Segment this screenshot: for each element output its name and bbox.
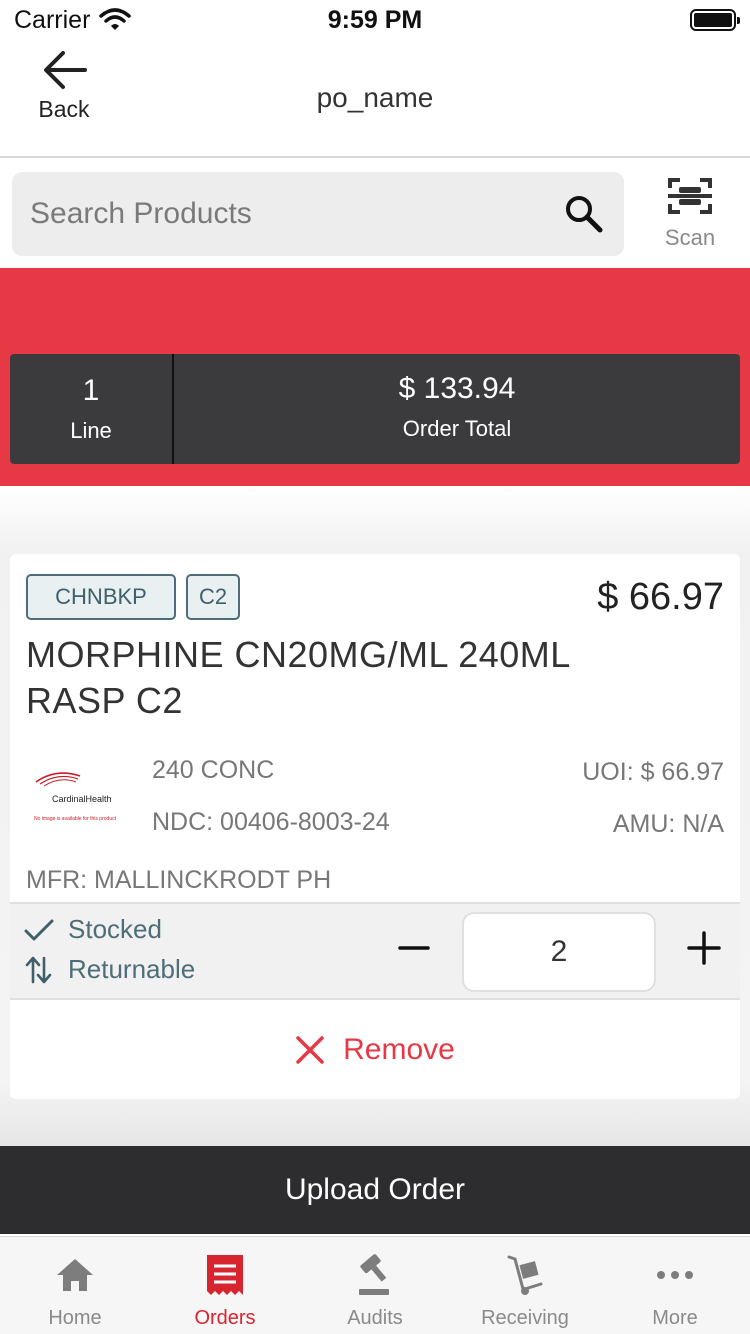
product-card: CHNBKP C2 $ 66.97 MORPHINE CN20MG/ML 240… bbox=[10, 554, 740, 1099]
product-amu: AMU: N/A bbox=[612, 810, 724, 838]
tab-more[interactable]: More bbox=[600, 1237, 750, 1334]
page-title: po_name bbox=[316, 82, 434, 113]
tab-audits[interactable]: Audits bbox=[300, 1237, 450, 1334]
increase-quantity-button[interactable] bbox=[684, 928, 724, 968]
returnable-flag: Returnable bbox=[24, 954, 195, 985]
close-icon bbox=[296, 1036, 324, 1064]
more-icon bbox=[657, 1271, 693, 1279]
thumbnail-note: No image is available for this product bbox=[34, 816, 116, 822]
check-icon bbox=[24, 919, 54, 940]
tab-label: More bbox=[652, 1307, 698, 1329]
product-uoi: UOI: $ 66.97 bbox=[582, 758, 724, 786]
tab-label: Home bbox=[48, 1307, 102, 1329]
cardinal-logo-icon bbox=[35, 772, 81, 787]
tab-label: Receiving bbox=[481, 1307, 569, 1329]
remove-label: Remove bbox=[343, 1033, 455, 1066]
returnable-label: Returnable bbox=[68, 954, 196, 984]
product-price: $ 66.97 bbox=[597, 576, 724, 618]
tab-bar: Home Orders Audits Receiving More bbox=[0, 1236, 750, 1334]
order-summary: 1 Line $ 133.94 Order Total bbox=[10, 354, 740, 464]
search-icon[interactable] bbox=[564, 194, 604, 234]
remove-button[interactable]: Remove bbox=[10, 1002, 740, 1098]
orders-icon bbox=[207, 1255, 243, 1295]
tab-home[interactable]: Home bbox=[0, 1237, 150, 1334]
audits-icon bbox=[359, 1254, 389, 1295]
thumbnail-brand: CardinalHealth bbox=[52, 794, 112, 804]
quantity-input[interactable] bbox=[462, 912, 656, 992]
tab-orders[interactable]: Orders bbox=[150, 1237, 300, 1334]
product-ndc: NDC: 00406-8003-24 bbox=[152, 808, 390, 836]
upload-order-button[interactable]: Upload Order bbox=[0, 1146, 750, 1234]
line-count: 1 bbox=[82, 374, 100, 407]
navigation-bar: Back po_name bbox=[0, 40, 750, 158]
tab-receiving[interactable]: Receiving bbox=[450, 1237, 600, 1334]
home-icon bbox=[57, 1259, 93, 1291]
product-thumbnail: CardinalHealth No image is available for… bbox=[30, 766, 130, 836]
decrease-quantity-button[interactable] bbox=[394, 928, 434, 968]
search-box bbox=[12, 172, 624, 256]
status-bar: Carrier 9:59 PM bbox=[0, 0, 750, 40]
battery-icon bbox=[690, 9, 740, 31]
order-total-panel: $ 133.94 Order Total bbox=[174, 354, 740, 464]
product-mfr: MFR: MALLINCKRODT PH bbox=[26, 866, 332, 894]
product-pack: 240 CONC bbox=[152, 756, 275, 784]
search-input[interactable] bbox=[30, 172, 550, 256]
stocked-label: Stocked bbox=[68, 914, 162, 944]
order-total: $ 133.94 bbox=[398, 372, 516, 405]
tab-label: Orders bbox=[194, 1307, 256, 1329]
receiving-icon bbox=[507, 1255, 543, 1295]
order-total-label: Order Total bbox=[402, 416, 512, 441]
tab-label: Audits bbox=[347, 1307, 403, 1329]
quantity-bar: Stocked Returnable bbox=[10, 902, 740, 1000]
product-tag: CHNBKP bbox=[26, 574, 176, 620]
barcode-scan-icon bbox=[668, 178, 712, 214]
line-count-label: Line bbox=[70, 418, 112, 443]
order-summary-band: 1 Line $ 133.94 Order Total bbox=[0, 268, 750, 486]
schedule-tag: C2 bbox=[186, 574, 240, 620]
clock: 9:59 PM bbox=[327, 6, 423, 34]
line-count-panel: 1 Line bbox=[10, 354, 174, 464]
swap-arrows-icon bbox=[25, 956, 52, 983]
product-name: MORPHINE CN20MG/ML 240ML RASP C2 bbox=[26, 634, 570, 721]
stocked-flag: Stocked bbox=[24, 914, 162, 945]
scan-label: Scan bbox=[664, 225, 716, 250]
scan-button[interactable]: Scan bbox=[650, 176, 730, 256]
